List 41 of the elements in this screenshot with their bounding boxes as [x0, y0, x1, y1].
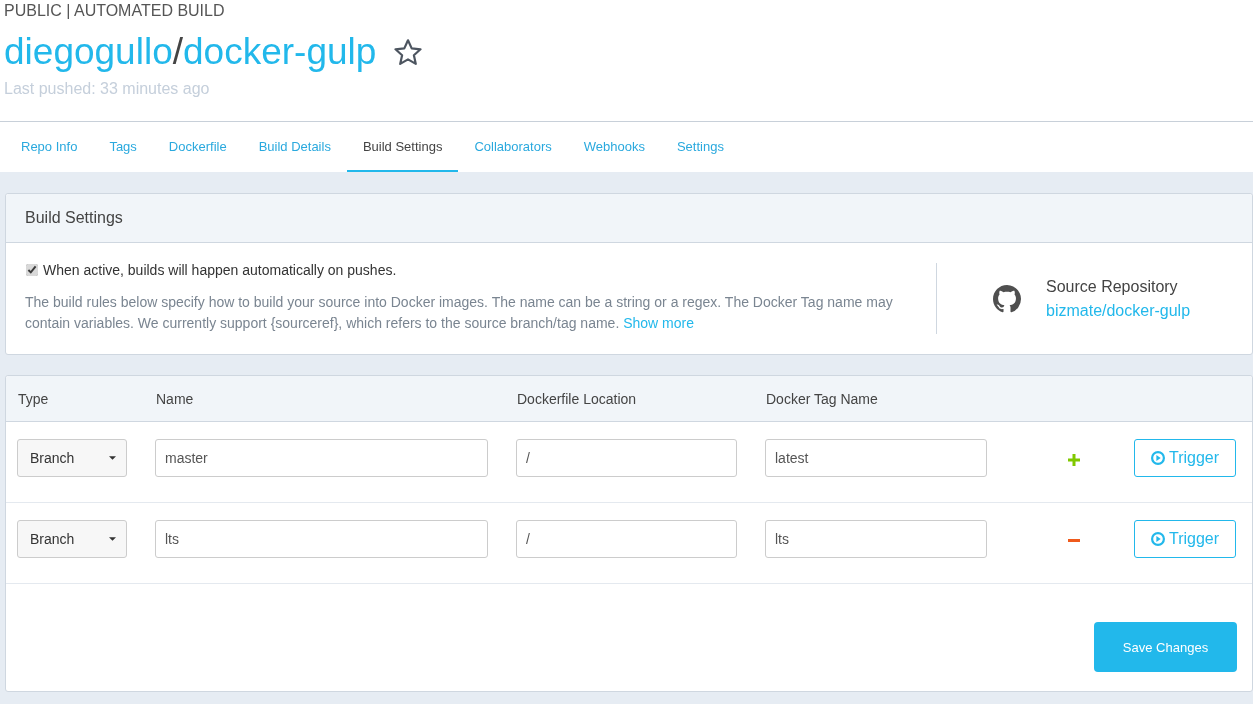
- title-separator: /: [172, 31, 183, 73]
- docker-tag-input[interactable]: latest: [765, 439, 987, 477]
- type-dropdown[interactable]: Branch: [17, 439, 127, 477]
- autobuild-label: When active, builds will happen automatically on pushes.: [43, 262, 397, 278]
- name-input[interactable]: master: [155, 439, 488, 477]
- source-repository-link[interactable]: bizmate/docker-gulp: [1046, 298, 1191, 323]
- tab[interactable]: Settings: [660, 122, 740, 172]
- dockerfile-location-input[interactable]: /: [516, 439, 737, 477]
- panel-title: Build Settings: [25, 209, 123, 227]
- tab[interactable]: Webhooks: [567, 122, 661, 172]
- save-changes-button[interactable]: Save Changes: [1094, 622, 1237, 672]
- caret-icon: [109, 456, 116, 460]
- tab[interactable]: Repo Info: [5, 122, 94, 172]
- tab[interactable]: Tags: [93, 122, 153, 172]
- tab[interactable]: Build Details: [242, 122, 347, 172]
- description-text: The build rules below specify how to build your source into Docker images. The name can be a string or a regex. The Docker Tag name may contain variables. We currently support {sourceref}, which refers to the source branch/tag name. Show more: [25, 293, 894, 333]
- trigger-button[interactable]: Trigger: [1134, 439, 1236, 477]
- cat-logo-icon: [993, 284, 1021, 313]
- star-icon[interactable]: [394, 38, 423, 66]
- dockerfile-location-input[interactable]: /: [516, 520, 737, 558]
- visibility-label: PUBLIC | AUTOMATED BUILD: [4, 2, 226, 20]
- type-dropdown[interactable]: Branch: [17, 520, 127, 558]
- name-input[interactable]: lts: [155, 520, 488, 558]
- tab[interactable]: Dockerfile: [152, 122, 243, 172]
- tab[interactable]: Collaborators: [458, 122, 568, 172]
- docker-tag-input[interactable]: lts: [765, 520, 987, 558]
- caret-icon: [109, 537, 116, 541]
- tab[interactable]: Build Settings: [346, 122, 459, 172]
- column-header: Type: [17, 390, 50, 407]
- play-circle-icon: [1150, 451, 1165, 465]
- autobuild-checkbox[interactable]: [26, 264, 38, 276]
- trigger-button[interactable]: Trigger: [1134, 520, 1236, 558]
- play-circle-icon: [1150, 532, 1165, 546]
- column-header: Docker Tag Name: [765, 390, 879, 407]
- owner-link[interactable]: diegogullo: [4, 31, 173, 73]
- repo-name: docker-gulp: [183, 31, 377, 73]
- column-header: Name: [155, 390, 195, 407]
- show-more-link[interactable]: Show more: [623, 315, 694, 331]
- source-repository-label: Source Repository: [1046, 276, 1179, 297]
- column-header: Dockerfile Location: [516, 390, 638, 407]
- last-pushed-text: Last pushed: 33 minutes ago: [4, 80, 211, 98]
